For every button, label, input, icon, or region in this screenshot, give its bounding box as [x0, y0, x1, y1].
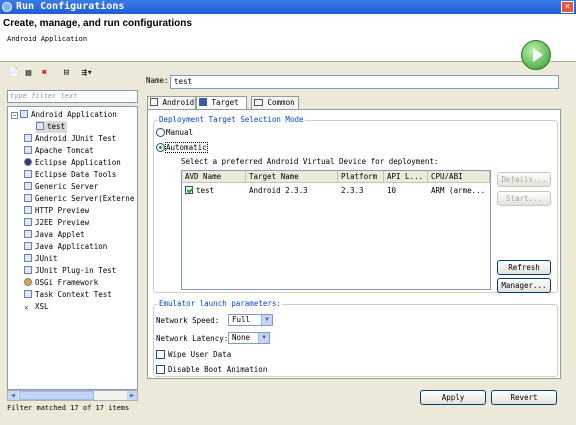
automatic-radio[interactable]: Automatic: [156, 142, 208, 153]
window-title: Run Configurations: [16, 1, 125, 12]
close-button[interactable]: ✕: [561, 1, 574, 13]
col-platform[interactable]: Platform: [338, 171, 384, 183]
java-app-icon: [24, 242, 32, 250]
header-title: Create, manage, and run configurations: [3, 18, 192, 29]
name-input[interactable]: test: [170, 75, 559, 89]
table-row[interactable]: test: [182, 185, 246, 196]
title-bar: Run Configurations ✕: [0, 0, 576, 14]
tree-item-junit[interactable]: JUnit: [24, 253, 58, 265]
apply-button[interactable]: Apply: [420, 390, 486, 405]
tree-item-xsl[interactable]: ✕ XSL: [24, 301, 49, 313]
chevron-down-icon[interactable]: ▼: [261, 315, 272, 325]
disable-boot-animation-checkbox[interactable]: Disable Boot Animation: [156, 365, 267, 374]
avd-checkbox[interactable]: [185, 186, 193, 194]
tree-item-junit-plugin-test[interactable]: JUnit Plug-in Test: [24, 265, 116, 277]
revert-button[interactable]: Revert: [491, 390, 557, 405]
manual-radio[interactable]: Manual: [156, 128, 193, 137]
deployment-group-title: Deployment Target Selection Mode: [158, 115, 305, 124]
eclipse-icon: [24, 158, 32, 166]
server-icon: [24, 182, 32, 190]
collapse-toggle-icon[interactable]: −: [11, 112, 18, 119]
cell-platform: 2.3.3: [341, 186, 364, 195]
start-button[interactable]: Start...: [497, 191, 551, 206]
delete-config-icon[interactable]: ✖: [38, 67, 51, 80]
android-config-icon: [36, 122, 44, 130]
scroll-right-icon[interactable]: ▶: [127, 391, 137, 400]
target-tab-icon: [199, 98, 207, 106]
common-tab-icon: [254, 99, 263, 106]
manager-button[interactable]: Manager...: [497, 278, 551, 293]
tree-item-generic-server[interactable]: Generic Server: [24, 181, 98, 193]
tree-item-java-application[interactable]: Java Application: [24, 241, 107, 253]
avd-prompt: Select a preferred Android Virtual Devic…: [181, 157, 439, 166]
network-speed-label: Network Speed:: [156, 316, 220, 325]
run-banner-icon: [521, 40, 551, 70]
cell-api: 10: [387, 186, 397, 195]
col-target-name[interactable]: Target Name: [246, 171, 338, 183]
collapse-all-icon[interactable]: ⊟: [60, 67, 73, 80]
tree-item-java-applet[interactable]: Java Applet: [24, 229, 85, 241]
network-latency-select[interactable]: None ▼: [228, 332, 270, 344]
junit-icon: [24, 254, 32, 262]
tree-item-osgi-framework[interactable]: OSGi Framework: [24, 277, 98, 289]
cell-target: Android 2.3.3: [249, 186, 308, 195]
tree-item-generic-server-external[interactable]: Generic Server(Externe: [24, 193, 134, 205]
new-config-icon[interactable]: 📄: [7, 67, 20, 80]
refresh-button[interactable]: Refresh: [497, 260, 551, 275]
tab-android[interactable]: Android: [147, 96, 196, 110]
xsl-icon: ✕: [24, 303, 29, 312]
filter-input[interactable]: type filter text: [7, 90, 138, 103]
tree-item-test[interactable]: test: [36, 121, 68, 133]
server-icon: [24, 146, 32, 154]
filter-menu-icon[interactable]: ⇶▾: [76, 67, 98, 80]
chevron-down-icon[interactable]: ▼: [258, 333, 269, 343]
filter-status: Filter matched 17 of 17 items: [7, 404, 130, 412]
col-avd-name[interactable]: AVD Name: [182, 171, 246, 183]
android-app-icon: [20, 110, 28, 118]
osgi-icon: [24, 278, 32, 286]
target-tab-body: Deployment Target Selection Mode Manual …: [147, 109, 561, 379]
name-label: Name:: [146, 76, 169, 85]
details-button[interactable]: Details...: [497, 172, 551, 187]
server-icon: [24, 206, 32, 214]
tree-item-eclipse-data-tools[interactable]: Eclipse Data Tools: [24, 169, 116, 181]
automatic-radio-button[interactable]: [156, 143, 165, 152]
network-speed-select[interactable]: Full ▼: [228, 314, 273, 326]
manual-radio-button[interactable]: [156, 128, 165, 137]
tree-item-http-preview[interactable]: HTTP Preview: [24, 205, 89, 217]
server-icon: [24, 194, 32, 202]
tree-item-android-junit-test[interactable]: Android JUnit Test: [24, 133, 116, 145]
dialog-header: Create, manage, and run configurations A…: [0, 14, 576, 70]
run-app-icon: [2, 2, 12, 12]
scroll-left-icon[interactable]: ◀: [8, 391, 18, 400]
emulator-group-title: Emulator launch parameters:: [158, 299, 282, 308]
junit-icon: [24, 134, 32, 142]
tree-horizontal-scrollbar[interactable]: ◀ ▶: [7, 390, 138, 401]
junit-icon: [24, 290, 32, 298]
network-latency-label: Network Latency:: [156, 334, 229, 343]
android-tab-icon: [150, 98, 158, 106]
col-api-level[interactable]: API L...: [384, 171, 428, 183]
applet-icon: [24, 230, 32, 238]
avd-table[interactable]: AVD Name Target Name Platform API L... C…: [181, 170, 491, 290]
wipe-user-data-checkbox[interactable]: Wipe User Data: [156, 350, 231, 359]
tree-item-j2ee-preview[interactable]: J2EE Preview: [24, 217, 89, 229]
server-icon: [24, 218, 32, 226]
tree-item-task-context-test[interactable]: Task Context Test: [24, 289, 112, 301]
tree-item-eclipse-application[interactable]: Eclipse Application: [24, 157, 121, 169]
junit-plugin-icon: [24, 266, 32, 274]
duplicate-config-icon[interactable]: ▤: [22, 67, 35, 80]
data-tools-icon: [24, 170, 32, 178]
boot-checkbox-box[interactable]: [156, 365, 165, 374]
tree-item-android-application[interactable]: − Android Application: [11, 109, 117, 121]
tree-item-apache-tomcat[interactable]: Apache Tomcat: [24, 145, 94, 157]
configuration-tree-pane: 📄 ▤ ✖ ⊟ ⇶▾ type filter text − Android App…: [4, 65, 138, 419]
tab-common[interactable]: Common: [251, 96, 299, 110]
header-subtitle: Android Application: [7, 35, 88, 43]
cell-cpu: ARM (arme...: [431, 186, 486, 195]
wipe-checkbox-box[interactable]: [156, 350, 165, 359]
col-cpu-abi[interactable]: CPU/ABI: [428, 171, 490, 183]
config-tree[interactable]: − Android Application test Android JUnit …: [7, 106, 138, 390]
scroll-thumb[interactable]: [19, 391, 94, 400]
